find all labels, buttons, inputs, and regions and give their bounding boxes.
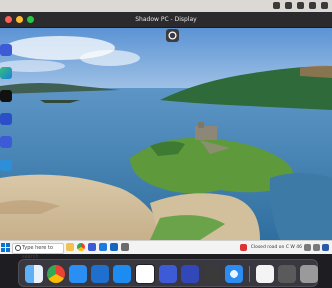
preview-icon[interactable] [278,265,296,283]
shadow-app-icon[interactable] [0,136,12,148]
warning-icon[interactable] [239,244,247,251]
shadow-icon[interactable] [159,265,177,283]
explorer-icon[interactable] [66,243,74,251]
volume-icon[interactable] [313,244,320,251]
chrome-icon[interactable] [47,265,65,283]
user-icon[interactable] [321,2,328,9]
notion-icon[interactable] [135,264,155,284]
chrome-icon[interactable] [77,243,85,251]
safari-icon[interactable] [225,265,243,283]
trash-icon[interactable] [300,265,318,283]
search-icon[interactable] [309,2,316,9]
shadow-app-icon[interactable] [0,44,12,56]
shadow-app-icon[interactable] [0,90,12,102]
remote-desktop[interactable] [0,28,332,240]
windows-start-icon[interactable] [1,243,10,252]
shadow-beta-icon[interactable] [181,265,199,283]
settings-icon[interactable] [121,243,129,251]
taskbar-search-box[interactable]: Type here to search [12,243,64,260]
menu-bar-status-icons [273,2,328,9]
notification-icon[interactable] [322,244,329,251]
document-icon[interactable] [256,265,274,283]
dock-separator [249,266,250,282]
shadow-icon[interactable] [88,243,96,251]
windows-taskbar: Type here to search Closed road on C W 4… [0,240,332,260]
mail-icon[interactable] [110,243,118,251]
vscode-icon[interactable] [91,265,109,283]
battery-icon[interactable] [285,2,292,9]
edge-icon[interactable] [0,67,12,79]
macos-dock [18,259,318,287]
apple-tv-icon[interactable] [203,265,221,283]
control-center-icon[interactable] [273,2,280,9]
app-store-icon[interactable] [113,265,131,283]
tray-notification-text: Closed road on C W 46 [250,245,302,250]
taskbar-apps [66,243,129,251]
shadow-toolbar-button[interactable] [166,29,179,42]
search-icon [15,245,21,251]
mail-icon[interactable] [69,265,87,283]
shortcut-icon[interactable] [0,159,12,171]
desktop-icons [0,44,14,182]
window-title-bar: Shadow PC - Display [0,12,332,28]
window-title: Shadow PC - Display [135,16,197,23]
macos-menu-bar [0,0,332,12]
finder-icon[interactable] [25,265,43,283]
desktop-wallpaper [0,28,332,240]
store-icon[interactable] [99,243,107,251]
settings-icon[interactable] [0,113,12,125]
system-tray: Closed road on C W 46 [239,243,329,252]
shadow-logo-icon [168,31,177,40]
wifi-icon[interactable] [297,2,304,9]
network-icon[interactable] [304,244,311,251]
